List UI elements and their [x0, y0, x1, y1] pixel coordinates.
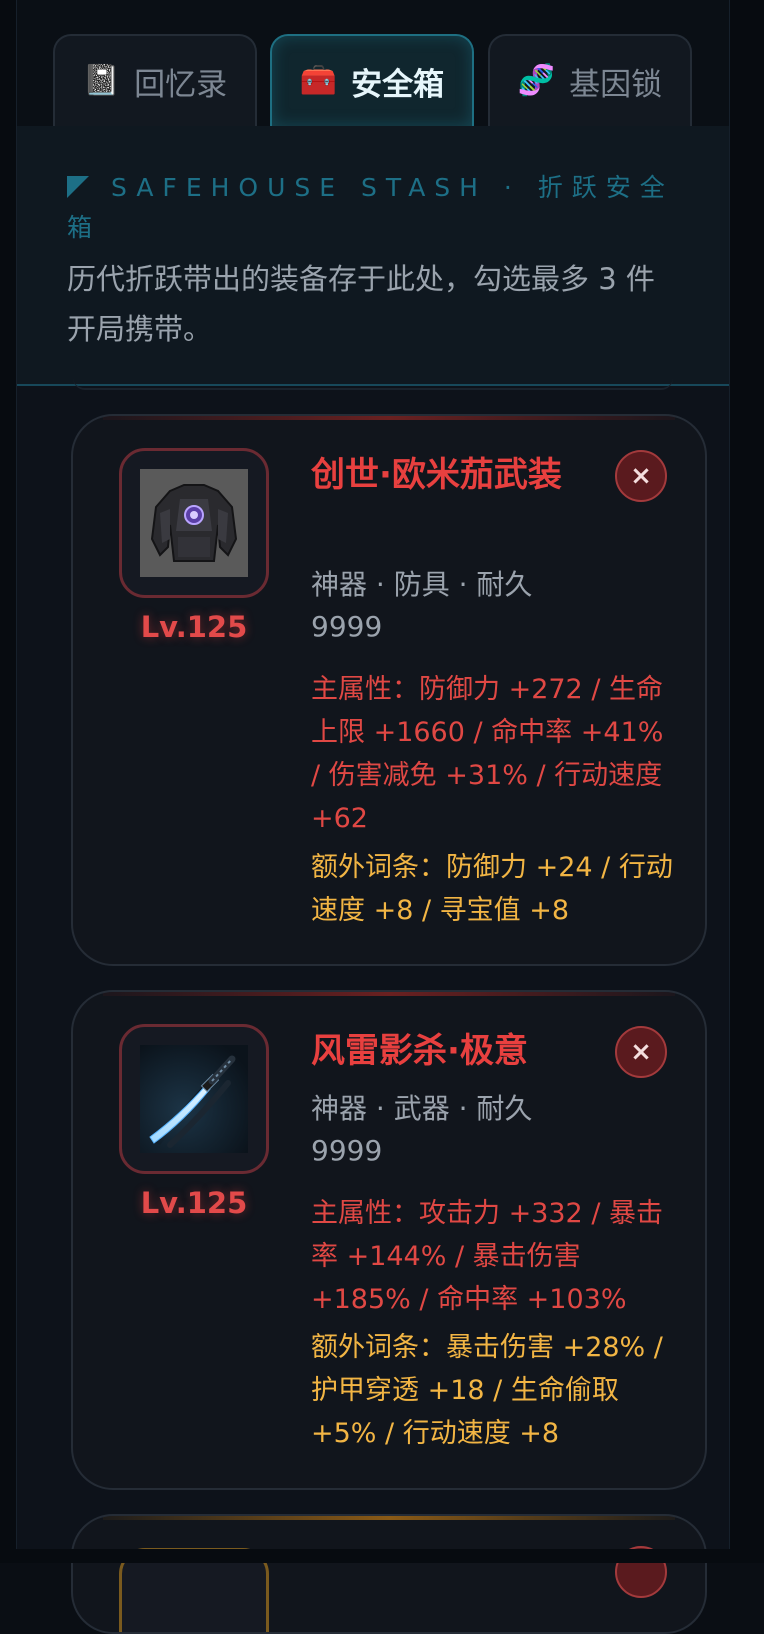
- eyebrow-text: SAFEHOUSE STASH · 折跃安全箱: [67, 173, 674, 242]
- tab-memoir[interactable]: 📓 回忆录: [53, 34, 257, 126]
- item-thumbnail: [119, 448, 269, 598]
- item-extra-attributes: 额外词条：防御力 +24 / 行动速度 +8 / 寻宝值 +8: [311, 852, 673, 926]
- section-description: 历代折跃带出的装备存于此处，勾选最多 3 件开局携带。: [67, 262, 655, 346]
- item-name: 风雷影杀·极意: [311, 1031, 528, 1071]
- tab-bar: 📓 回忆录 🧰 安全箱 🧬 基因锁: [17, 0, 729, 126]
- close-icon: ×: [630, 1037, 652, 1067]
- armor-icon: [140, 469, 248, 577]
- item-meta: 神器 · 武器 · 耐久 9999: [311, 1092, 533, 1167]
- item-meta: 神器 · 防具 · 耐久 9999: [311, 568, 533, 643]
- item-level: Lv.125: [140, 610, 248, 644]
- item-level: Lv.125: [140, 1186, 248, 1220]
- remove-item-button[interactable]: ×: [615, 1026, 667, 1078]
- tab-label: 回忆录: [134, 66, 228, 103]
- flag-icon: [67, 176, 89, 198]
- tab-label: 基因锁: [569, 66, 663, 103]
- app-frame: 📓 回忆录 🧰 安全箱 🧬 基因锁 SAFEHOUSE STASH · 折跃安全…: [0, 0, 764, 1634]
- notebook-icon: 📓: [82, 63, 121, 98]
- item-card[interactable]: Lv.125 风雷影杀·极意 神器 · 武器 · 耐久 9999 主属性：攻击力…: [71, 990, 707, 1490]
- item-card[interactable]: Lv.125 创世·欧米茄武装 神器 · 防具 · 耐久 9999 主属性：防御…: [71, 414, 707, 966]
- item-main-attributes: 主属性：防御力 +272 / 生命上限 +1660 / 命中率 +41% / 伤…: [311, 674, 664, 834]
- item-thumbnail: [119, 1024, 269, 1174]
- toolbox-icon: 🧰: [299, 63, 338, 98]
- stash-header: SAFEHOUSE STASH · 折跃安全箱 历代折跃带出的装备存于此处，勾选…: [17, 126, 729, 386]
- dna-icon: 🧬: [517, 63, 556, 98]
- stash-panel: 📓 回忆录 🧰 安全箱 🧬 基因锁 SAFEHOUSE STASH · 折跃安全…: [16, 0, 730, 1634]
- item-name: 创世·欧米茄武装: [311, 455, 562, 495]
- remove-item-button[interactable]: ×: [615, 450, 667, 502]
- item-extra-attributes: 额外词条：暴击伤害 +28% / 护甲穿透 +18 / 生命偷取 +5% / 行…: [311, 1332, 663, 1449]
- tab-label: 安全箱: [351, 66, 445, 103]
- close-icon: ×: [630, 461, 652, 491]
- item-main-attributes: 主属性：攻击力 +332 / 暴击率 +144% / 暴击伤害 +185% / …: [311, 1198, 664, 1315]
- item-card[interactable]: [71, 1514, 707, 1634]
- tab-safebox[interactable]: 🧰 安全箱: [270, 34, 474, 126]
- katana-icon: [140, 1045, 248, 1153]
- bottom-edge: [0, 1549, 764, 1563]
- tab-gene-lock[interactable]: 🧬 基因锁: [488, 34, 692, 126]
- divider: [73, 378, 673, 390]
- section-eyebrow: SAFEHOUSE STASH · 折跃安全箱: [67, 168, 677, 248]
